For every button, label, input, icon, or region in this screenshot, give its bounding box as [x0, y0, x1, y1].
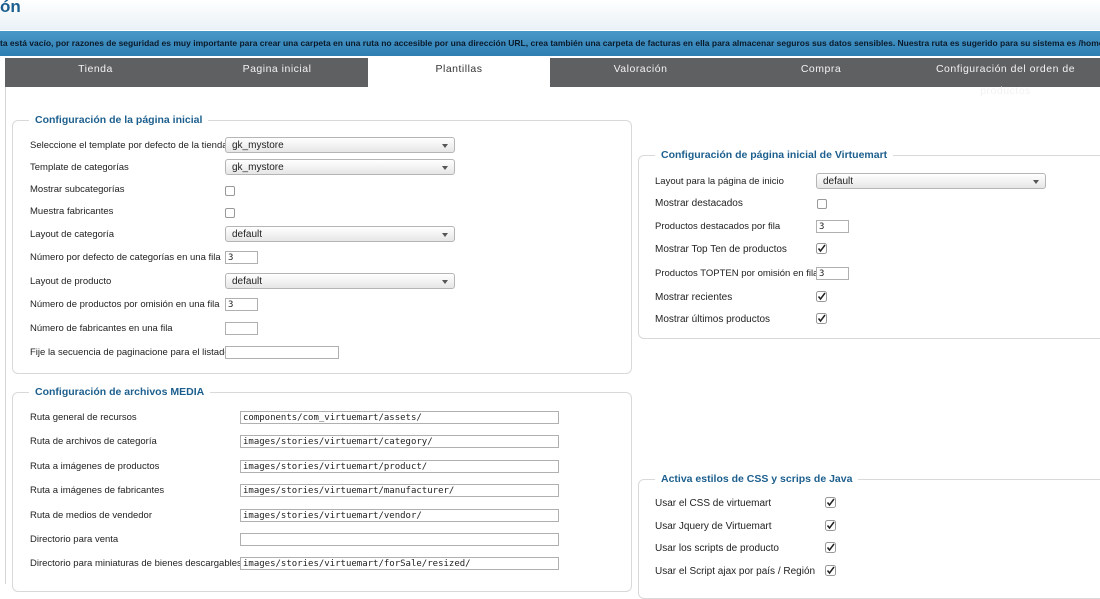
show-subcategories-checkbox[interactable]	[225, 186, 235, 196]
vm-layout-label: Layout para la página de inicio	[655, 176, 784, 187]
categories-per-row-label: Número por defecto de categorías en una …	[30, 252, 221, 263]
use-css-label: Usar el CSS de virtuemart	[655, 498, 772, 509]
featured-checkbox[interactable]	[817, 199, 827, 209]
recent-checkbox[interactable]	[816, 291, 827, 302]
products-per-row-input[interactable]: 3	[225, 298, 258, 311]
category-path-input[interactable]: images/stories/virtuemart/category/	[240, 435, 559, 448]
manufacturer-path-label: Ruta a imágenes de fabricantes	[30, 485, 165, 496]
assets-path-label: Ruta general de recursos	[30, 412, 137, 423]
chevron-down-icon	[442, 144, 448, 148]
product-layout-select[interactable]: default	[225, 273, 455, 289]
manufacturers-per-row-input[interactable]	[225, 322, 258, 335]
assets-path-input[interactable]: components/com_virtuemart/assets/	[240, 411, 559, 424]
show-manufacturers-label: Muestra fabricantes	[30, 206, 114, 217]
category-layout-select[interactable]: default	[225, 226, 455, 242]
use-product-scripts-checkbox[interactable]	[825, 542, 836, 553]
thumbs-path-label: Directorio para miniaturas de bienes des…	[30, 558, 242, 569]
show-manufacturers-checkbox[interactable]	[225, 208, 235, 218]
title-bar: ón	[0, 0, 1100, 30]
categories-per-row-input[interactable]: 3	[225, 251, 258, 264]
latest-checkbox[interactable]	[816, 313, 827, 324]
chevron-down-icon	[1033, 180, 1039, 184]
home-config-legend: Configuración de la página inicial	[29, 112, 209, 128]
tab-pagina-inicial[interactable]: Pagina inicial	[186, 58, 368, 87]
chevron-down-icon	[442, 233, 448, 237]
tab-tienda[interactable]: Tienda	[5, 58, 186, 87]
featured-per-row-input[interactable]: 3	[816, 220, 849, 233]
page-title: ón	[0, 0, 21, 16]
product-path-label: Ruta a imágenes de productos	[30, 461, 160, 472]
category-layout-value: default	[232, 229, 263, 240]
vendor-path-input[interactable]: images/stories/virtuemart/vendor/	[240, 509, 559, 522]
topten-label: Mostrar Top Ten de productos	[655, 244, 787, 255]
forsale-path-input[interactable]	[240, 533, 559, 546]
default-template-value: gk_mystore	[232, 140, 284, 151]
use-jquery-checkbox[interactable]	[825, 520, 836, 531]
category-template-select[interactable]: gk_mystore	[225, 159, 455, 175]
latest-label: Mostrar últimos productos	[655, 314, 771, 325]
css-js-legend: Activa estilos de CSS y scrips de Java	[655, 471, 859, 487]
recent-label: Mostrar recientes	[655, 292, 733, 303]
manufacturer-path-input[interactable]: images/stories/virtuemart/manufacturer/	[240, 484, 559, 497]
default-template-select[interactable]: gk_mystore	[225, 137, 455, 153]
show-subcategories-label: Mostrar subcategorías	[30, 184, 125, 195]
media-config-legend: Configuración de archivos MEDIA	[29, 384, 211, 400]
tab-plantillas[interactable]: Plantillas	[368, 58, 550, 87]
default-template-label: Seleccione el template por defecto de la…	[30, 140, 228, 151]
product-layout-label: Layout de producto	[30, 276, 112, 287]
chevron-down-icon	[442, 166, 448, 170]
category-layout-label: Layout de categoría	[30, 229, 114, 240]
thumbs-path-input[interactable]: images/stories/virtuemart/forSale/resize…	[240, 557, 559, 570]
pagination-label: Fije la secuencia de paginacione para el…	[30, 347, 230, 358]
category-path-label: Ruta de archivos de categoría	[30, 436, 157, 447]
product-path-input[interactable]: images/stories/virtuemart/product/	[240, 460, 559, 473]
vendor-path-label: Ruta de medios de vendedor	[30, 510, 152, 521]
tab-orden-productos[interactable]: Configuración del orden de productos	[911, 58, 1100, 97]
use-jquery-label: Usar Jquery de Virtuemart	[655, 521, 772, 532]
featured-label: Mostrar destacados	[655, 198, 743, 209]
products-per-row-label: Número de productos por omisión en una f…	[30, 299, 220, 310]
manufacturers-per-row-label: Número de fabricantes en una fila	[30, 323, 173, 334]
topten-per-row-label: Productos TOPTEN por omisión en fila	[655, 268, 819, 279]
use-ajax-checkbox[interactable]	[825, 565, 836, 576]
tab-compra[interactable]: Compra	[731, 58, 911, 87]
featured-per-row-label: Productos destacados por fila	[655, 221, 781, 232]
use-css-checkbox[interactable]	[825, 497, 836, 508]
vm-home-legend: Configuración de página inicial de Virtu…	[655, 147, 894, 163]
use-product-scripts-label: Usar los scripts de producto	[655, 543, 779, 554]
warning-banner: ta está vacío, por razones de seguridad …	[0, 31, 1100, 56]
use-ajax-label: Usar el Script ajax por país / Región	[655, 566, 816, 577]
forsale-path-label: Directorio para venta	[30, 534, 119, 545]
category-template-value: gk_mystore	[232, 162, 284, 173]
product-layout-value: default	[232, 276, 263, 287]
vm-layout-select[interactable]: default	[816, 173, 1046, 189]
chevron-down-icon	[442, 280, 448, 284]
pagination-input[interactable]	[225, 346, 339, 359]
topten-per-row-input[interactable]: 3	[816, 267, 849, 280]
category-template-label: Template de categorías	[30, 162, 129, 173]
css-js-fieldset: Activa estilos de CSS y scrips de Java	[638, 471, 1100, 599]
vm-layout-value: default	[823, 176, 854, 187]
topten-checkbox[interactable]	[816, 243, 827, 254]
tab-bar: Tienda Pagina inicial Plantillas Valorac…	[5, 58, 1100, 97]
tab-valoracion[interactable]: Valoración	[550, 58, 731, 87]
